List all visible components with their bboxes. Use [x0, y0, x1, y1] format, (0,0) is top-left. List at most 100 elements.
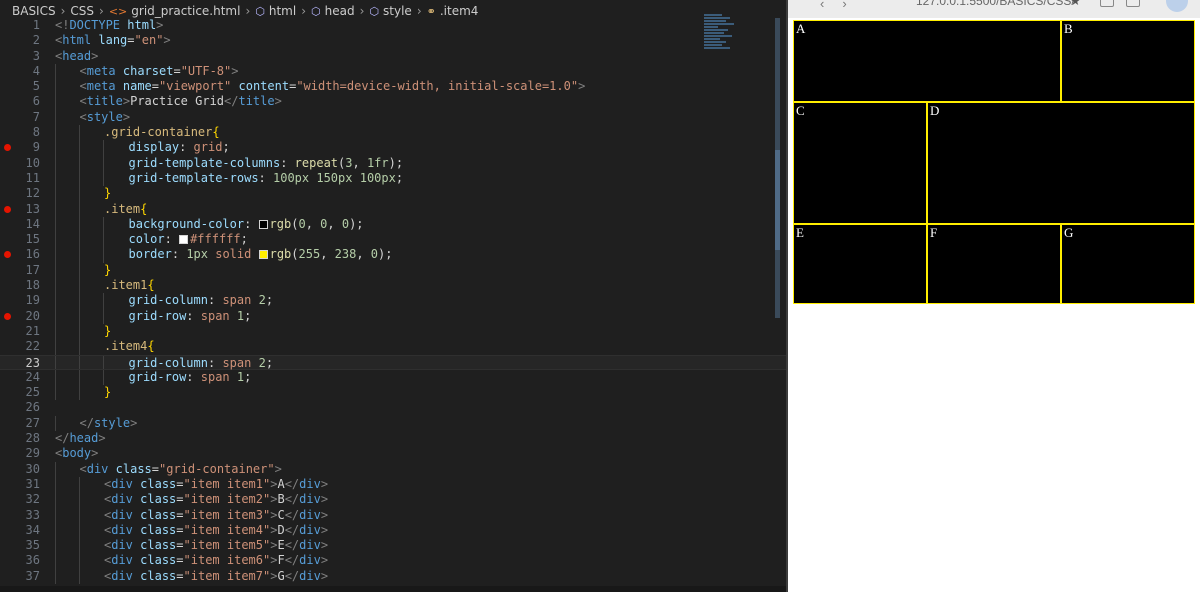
code-line[interactable]: 30 <div class="grid-container">: [0, 461, 786, 477]
code-token: =: [176, 492, 184, 507]
code-lines[interactable]: 1 <!DOCTYPE html> 2 <html lang="en"> 3 <head>…: [0, 18, 786, 584]
code-line[interactable]: 13 .item{: [0, 201, 786, 217]
indent-guide: [79, 262, 80, 279]
breadcrumb-label: CSS: [70, 4, 95, 18]
line-number: 3: [32, 48, 40, 63]
indent-guide: [55, 63, 56, 80]
color-swatch-icon[interactable]: [258, 219, 268, 229]
code-line[interactable]: 17}: [0, 262, 786, 279]
code-line[interactable]: 9 display: grid;: [0, 140, 786, 156]
code-line[interactable]: 34 <div class="item item4">D</div>: [0, 522, 786, 539]
breadcrumb-item[interactable]: ⚭ .item4: [427, 4, 479, 18]
code-token: D: [277, 522, 285, 537]
code-token: ;: [240, 232, 248, 247]
code-line[interactable]: 16 border: 1px solid rgb(255, 238, 0);: [0, 247, 786, 263]
grid-item-b: B: [1061, 20, 1195, 102]
address-bar[interactable]: 127.0.0.1:5500/BASICS/CSS/: [916, 0, 1075, 8]
code-line[interactable]: 25}: [0, 385, 786, 401]
code-line[interactable]: 6 <title>Practice Grid</title>: [0, 94, 786, 110]
code-token: =: [176, 522, 184, 537]
code-token: </: [55, 431, 70, 446]
code-text: <title>Practice Grid</title>: [80, 94, 282, 109]
code-token: G: [277, 568, 285, 583]
code-token: 100px: [359, 170, 396, 185]
breadcrumb-label: style: [383, 4, 412, 18]
code-token: class: [140, 522, 177, 537]
code-token: >: [320, 522, 329, 537]
code-line[interactable]: 28 </head>: [0, 431, 786, 446]
code-token: content: [238, 79, 290, 94]
code-text: .grid-container{: [104, 125, 220, 140]
code-token: meta: [86, 79, 116, 94]
code-token: class: [140, 538, 177, 553]
code-token: >: [320, 568, 329, 583]
color-swatch-icon[interactable]: [179, 235, 189, 245]
minimap[interactable]: [704, 14, 736, 74]
code-token: class: [140, 492, 177, 507]
breadcrumb-item[interactable]: ⬡ html: [255, 4, 296, 18]
code-line[interactable]: 36 <div class="item item6">F</div>: [0, 553, 786, 569]
code-line[interactable]: 4 <meta charset="UTF-8">: [0, 63, 786, 80]
code-token: "UTF-8": [180, 63, 232, 78]
code-line[interactable]: 19 grid-column: span 2;: [0, 293, 786, 309]
code-line[interactable]: 35 <div class="item item5">E</div>: [0, 538, 786, 554]
code-line[interactable]: 21}: [0, 323, 786, 340]
indent-guide: [55, 262, 56, 279]
line-number: 36: [25, 553, 40, 568]
code-line[interactable]: 31 <div class="item item1">A</div>: [0, 476, 786, 493]
code-line[interactable]: 32 <div class="item item2">B</div>: [0, 492, 786, 508]
toolbar-buttons[interactable]: [1100, 0, 1152, 10]
breadcrumb-item[interactable]: ⬡ style: [369, 4, 411, 18]
code-line[interactable]: 27 </style>: [0, 415, 786, 432]
code-line[interactable]: 14 background-color: rgb(0, 0, 0);: [0, 216, 786, 233]
code-token: solid: [215, 247, 252, 262]
code-token: >: [91, 48, 99, 63]
breadcrumb-item[interactable]: BASICS: [12, 4, 56, 18]
code-line[interactable]: 3 <head>: [0, 49, 786, 64]
indent-guide: [55, 492, 56, 508]
avatar[interactable]: [1166, 0, 1188, 12]
code-token: div: [299, 553, 321, 568]
code-line[interactable]: 7 <style>: [0, 109, 786, 126]
code-editor[interactable]: BASICS › CSS › <> grid_practice.html › ⬡ html › ⬡ h…: [0, 0, 786, 592]
code-line[interactable]: 37 <div class="item item7">G</div>: [0, 568, 786, 584]
grid-item-a: A: [793, 20, 1061, 102]
extension-icon[interactable]: [1100, 0, 1114, 7]
bookmark-star-icon[interactable]: ★: [1070, 0, 1081, 8]
code-line[interactable]: 23 grid-column: span 2;: [0, 354, 786, 370]
indent-guide: [103, 308, 104, 324]
code-line[interactable]: 20 grid-row: span 1;: [0, 308, 786, 324]
code-line[interactable]: 12}: [0, 186, 786, 202]
code-line[interactable]: 22 .item4{: [0, 339, 786, 355]
code-line[interactable]: 33 <div class="item item3">C</div>: [0, 507, 786, 523]
code-token: span: [222, 355, 252, 370]
nav-arrows-icon[interactable]: ‹›: [820, 0, 865, 11]
code-line[interactable]: 8 .grid-container{: [0, 125, 786, 141]
breadcrumb-item[interactable]: <> grid_practice.html: [109, 4, 241, 18]
code-token: rgb: [269, 216, 292, 231]
code-token: }: [104, 186, 112, 201]
code-text: }: [104, 186, 111, 201]
code-line[interactable]: 18 .item1{: [0, 278, 786, 294]
code-text: border: 1px solid rgb(255, 238, 0);: [129, 247, 393, 262]
code-line[interactable]: 26: [0, 400, 786, 415]
code-token: >: [91, 446, 99, 461]
code-line[interactable]: 1 <!DOCTYPE html>: [0, 18, 786, 33]
code-line[interactable]: 15 color: #ffffff;: [0, 232, 786, 248]
code-line[interactable]: 29 <body>: [0, 446, 786, 461]
code-line[interactable]: 24 grid-row: span 1;: [0, 369, 786, 386]
code-line[interactable]: 11 grid-template-rows: 100px 150px 100px;: [0, 170, 786, 187]
breadcrumb-item[interactable]: CSS: [70, 4, 94, 18]
code-line[interactable]: 5 <meta name="viewport" content="width=de…: [0, 79, 786, 95]
window-icon[interactable]: [1126, 0, 1140, 7]
line-number: 28: [25, 431, 40, 446]
code-line[interactable]: 10 grid-template-columns: repeat(3, 1fr);: [0, 155, 786, 171]
color-swatch-icon[interactable]: [258, 250, 268, 260]
breadcrumb-item[interactable]: ⬡ head: [311, 4, 355, 18]
editor-scrollbar-thumb[interactable]: [775, 150, 780, 250]
code-token: }: [104, 385, 112, 400]
code-line[interactable]: 2 <html lang="en">: [0, 33, 786, 48]
code-token: </: [224, 94, 239, 109]
code-text: <div class="item item1">A</div>: [104, 477, 328, 492]
